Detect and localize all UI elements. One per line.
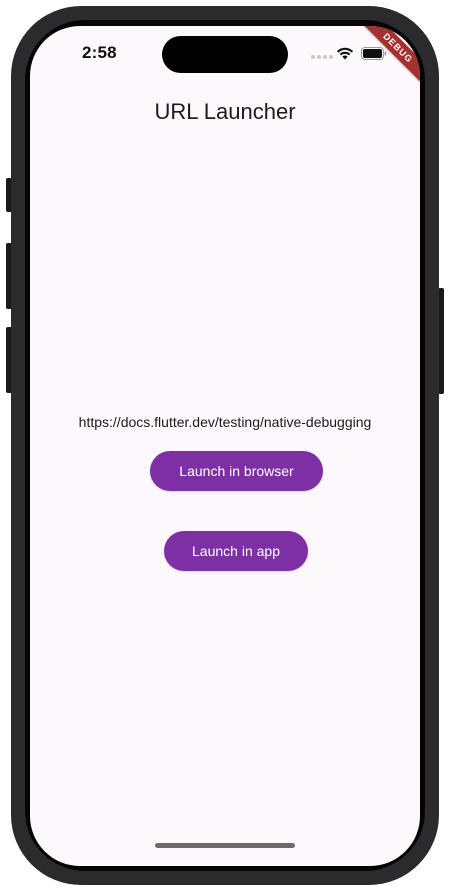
phone-frame: 2:58 DEBUG URL Launcher https://docs.flu…	[11, 6, 439, 885]
app-screen: 2:58 DEBUG URL Launcher https://docs.flu…	[30, 26, 420, 866]
launch-in-browser-button[interactable]: Launch in browser	[150, 451, 323, 491]
debug-banner: DEBUG	[349, 26, 420, 97]
launch-in-app-button[interactable]: Launch in app	[164, 531, 308, 571]
status-time: 2:58	[82, 43, 117, 62]
url-text: https://docs.flutter.dev/testing/native-…	[78, 414, 372, 430]
device-mockup: 2:58 DEBUG URL Launcher https://docs.flu…	[0, 0, 450, 891]
app-bar-title: URL Launcher	[154, 99, 296, 124]
signal-dots-icon	[311, 55, 333, 59]
wifi-icon	[336, 47, 354, 60]
dynamic-island	[162, 36, 288, 73]
battery-icon	[361, 47, 387, 60]
home-indicator[interactable]	[155, 843, 295, 848]
launch-in-browser-label: Launch in browser	[179, 463, 294, 479]
launch-in-app-label: Launch in app	[192, 543, 280, 559]
